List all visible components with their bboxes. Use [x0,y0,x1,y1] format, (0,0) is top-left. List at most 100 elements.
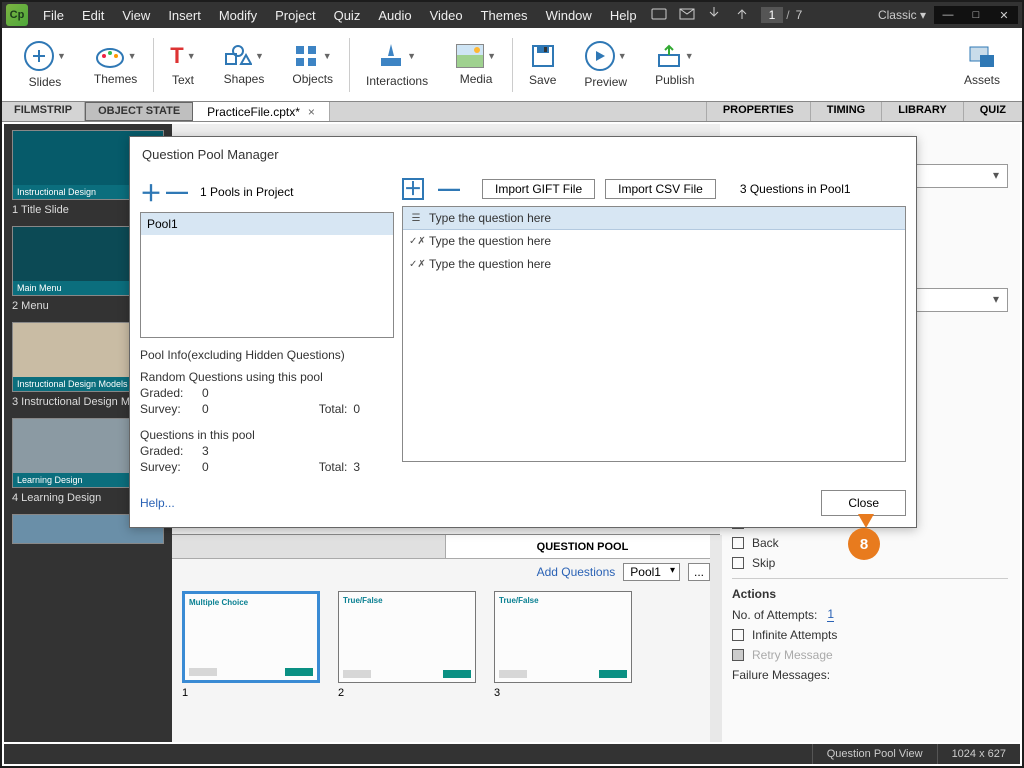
ribbon-themes-label: Themes [94,72,137,86]
maximize-button[interactable]: □ [962,6,990,24]
ribbon-slides-label: Slides [29,75,62,89]
tab-filmstrip[interactable]: FILMSTRIP [2,102,85,121]
ribbon: ▼ Slides ▼ Themes T▼ Text ▼ Shapes ▼ Obj… [2,28,1022,102]
ribbon-preview-label: Preview [584,75,627,89]
menu-project[interactable]: Project [266,8,324,23]
list-icon: ☰ [409,213,423,224]
ribbon-shapes[interactable]: ▼ Shapes [210,33,279,97]
remove-pool-button[interactable]: — [166,179,188,205]
palette-icon [95,44,125,68]
qpm-dialog: Question Pool Manager ＋ — 1 Pools in Pro… [129,136,917,528]
pool-q-heading: Questions in this pool [140,428,394,442]
upload-icon[interactable] [735,6,753,24]
pointer-icon [378,42,404,70]
tab-quiz[interactable]: QUIZ [963,102,1022,121]
ribbon-themes[interactable]: ▼ Themes [80,33,151,97]
close-window-button[interactable]: ✕ [990,6,1018,24]
attempts-value[interactable]: 1 [827,607,834,622]
tab-question-pool[interactable]: QUESTION POOL [446,535,720,558]
checks-icon: ✓✗ [409,236,423,247]
tab-timing[interactable]: TIMING [810,102,882,121]
ribbon-save-label: Save [529,73,556,87]
ribbon-objects-label: Objects [292,72,333,86]
status-bar: Question Pool View 1024 x 627 [4,744,1020,764]
assets-icon [968,43,996,69]
add-pool-button[interactable]: ＋ [140,176,162,208]
menu-themes[interactable]: Themes [472,8,537,23]
bottom-dock: QUESTION POOL Add Questions Pool1 ... Mu… [172,534,720,742]
ribbon-publish-label: Publish [655,73,694,87]
ribbon-save[interactable]: Save [515,33,570,97]
tab-properties[interactable]: PROPERTIES [706,102,810,121]
question-list[interactable]: ☰Type the question here ✓✗Type the quest… [402,206,906,462]
question-row[interactable]: ☰Type the question here [403,207,905,230]
grid-icon [294,44,320,68]
import-gift-button[interactable]: Import GIFT File [482,179,595,199]
menu-help[interactable]: Help [601,8,646,23]
ribbon-publish[interactable]: ▼ Publish [641,33,708,97]
app-logo: Cp [6,4,28,26]
ribbon-interactions[interactable]: ▼ Interactions [352,33,442,97]
menu-quiz[interactable]: Quiz [325,8,370,23]
failure-label: Failure Messages: [732,668,1008,682]
menu-file[interactable]: File [34,8,73,23]
ribbon-assets-label: Assets [964,73,1000,87]
tab-file[interactable]: PracticeFile.cptx*× [193,102,330,121]
question-thumb-3[interactable]: True/False 3 [494,591,632,699]
ribbon-shapes-label: Shapes [224,72,265,86]
menu-view[interactable]: View [113,8,159,23]
image-icon [456,44,484,68]
page-current[interactable]: 1 [761,7,784,23]
chk-retry: Retry Message [732,648,1008,662]
thumb-caption: 2 [338,687,476,699]
tab-object-state[interactable]: OBJECT STATE [85,102,193,121]
menu-video[interactable]: Video [421,8,472,23]
add-questions-link[interactable]: Add Questions [537,565,616,579]
scrollbar[interactable] [710,535,722,742]
ribbon-media[interactable]: ▼ Media [442,33,510,97]
ribbon-media-label: Media [460,72,493,86]
download-icon[interactable] [707,6,725,24]
pool-list[interactable]: Pool1 [140,212,394,338]
question-row[interactable]: ✓✗Type the question here [403,253,905,276]
random-heading: Random Questions using this pool [140,370,394,384]
minimize-button[interactable]: — [934,6,962,24]
tab-timeline[interactable] [172,535,446,558]
menu-modify[interactable]: Modify [210,8,266,23]
question-thumb-2[interactable]: True/False 2 [338,591,476,699]
pool-selector[interactable]: Pool1 [623,563,680,581]
question-row[interactable]: ✓✗Type the question here [403,230,905,253]
help-link[interactable]: Help... [140,496,175,510]
close-file-icon[interactable]: × [308,105,315,119]
ribbon-assets[interactable]: Assets [950,33,1014,97]
menu-audio[interactable]: Audio [369,8,420,23]
pool-info-heading: Pool Info(excluding Hidden Questions) [140,348,394,362]
status-dims: 1024 x 627 [937,744,1020,764]
shapes-icon [224,44,252,68]
tabbar: FILMSTRIP OBJECT STATE PracticeFile.cptx… [2,102,1022,122]
close-button[interactable]: Close [821,490,906,516]
chk-infinite[interactable]: Infinite Attempts [732,628,1008,642]
tutorial-step-marker: 8 [848,518,884,564]
checks-icon: ✓✗ [409,259,423,270]
remove-question-button[interactable]: — [438,176,460,202]
add-question-button[interactable]: ＋ [402,178,424,200]
play-icon [585,41,615,71]
import-csv-button[interactable]: Import CSV File [605,179,716,199]
menu-edit[interactable]: Edit [73,8,113,23]
pool-more-button[interactable]: ... [688,563,710,581]
question-count-label: 3 Questions in Pool1 [740,182,851,196]
menu-insert[interactable]: Insert [159,8,210,23]
ribbon-preview[interactable]: ▼ Preview [570,33,641,97]
ribbon-text[interactable]: T▼ Text [156,33,209,97]
menu-window[interactable]: Window [537,8,601,23]
sync-icon[interactable] [651,6,669,24]
mail-icon[interactable] [679,6,697,24]
ribbon-slides[interactable]: ▼ Slides [10,33,80,97]
workspace-selector[interactable]: Classic ▾ [878,8,926,22]
tab-library[interactable]: LIBRARY [881,102,962,121]
question-thumb-1[interactable]: Multiple Choice 1 [182,591,320,699]
pool-row[interactable]: Pool1 [141,213,393,235]
step-number: 8 [848,528,880,560]
ribbon-objects[interactable]: ▼ Objects [278,33,347,97]
